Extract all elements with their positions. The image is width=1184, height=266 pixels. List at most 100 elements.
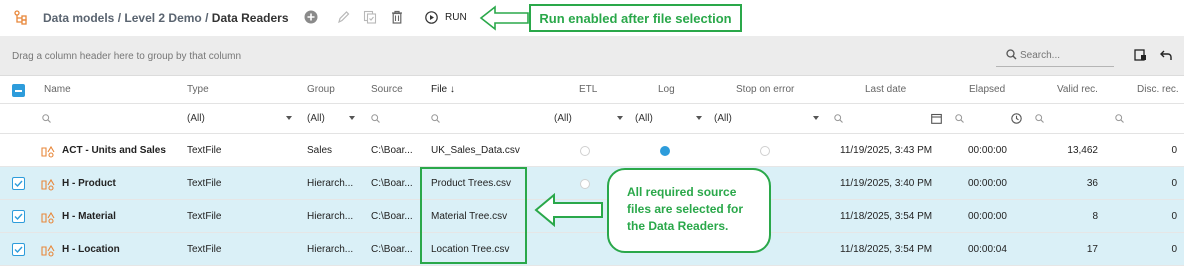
row-elapsed: 00:00:00 xyxy=(968,178,1007,189)
log-radio[interactable] xyxy=(660,146,670,156)
row-name[interactable]: ACT - Units and Sales xyxy=(62,145,166,156)
row-disc-rec: 0 xyxy=(1171,178,1177,189)
copy-icon[interactable] xyxy=(363,10,377,24)
etl-filter-select[interactable]: (All) xyxy=(554,113,572,124)
stop-filter-select[interactable]: (All) xyxy=(714,113,732,124)
type-filter-chevron-down-icon[interactable] xyxy=(286,116,292,120)
play-icon xyxy=(425,11,438,24)
type-filter-select[interactable]: (All) xyxy=(187,113,205,124)
row-elapsed: 00:00:04 xyxy=(968,244,1007,255)
row-checkbox[interactable] xyxy=(12,177,25,190)
clock-icon[interactable] xyxy=(1011,113,1022,127)
grid-header: Name Type Group Source File ↓ ETL Log St… xyxy=(0,76,1184,104)
search-input[interactable] xyxy=(1020,47,1112,63)
source-filter-search-icon[interactable] xyxy=(371,114,380,126)
row-checkbox[interactable] xyxy=(12,210,25,223)
group-by-panel[interactable]: Drag a column header here to group by th… xyxy=(0,36,1184,76)
group-filter-select[interactable]: (All) xyxy=(307,113,325,124)
column-header-stop-on-error[interactable]: Stop on error xyxy=(736,84,794,95)
breadcrumb: Data models / Level 2 Demo / Data Reader… xyxy=(43,11,289,25)
log-filter-select[interactable]: (All) xyxy=(635,113,653,124)
edit-icon[interactable] xyxy=(337,10,350,24)
column-header-etl[interactable]: ETL xyxy=(579,84,597,95)
column-header-source[interactable]: Source xyxy=(371,84,403,95)
add-icon[interactable] xyxy=(304,10,318,24)
files-annotation-callout: All required source files are selected f… xyxy=(607,168,771,253)
column-header-last-date[interactable]: Last date xyxy=(865,84,906,95)
stop-on-error-radio[interactable] xyxy=(760,146,770,156)
undo-icon[interactable] xyxy=(1160,50,1172,64)
elapsed-filter-search-icon[interactable] xyxy=(955,114,964,126)
breadcrumb-separator: / xyxy=(205,11,209,25)
column-header-type[interactable]: Type xyxy=(187,84,209,95)
column-header-log[interactable]: Log xyxy=(658,84,675,95)
etl-radio[interactable] xyxy=(580,179,590,189)
row-source: C:\Boar... xyxy=(371,211,413,222)
search-icon xyxy=(1006,49,1017,63)
row-type: TextFile xyxy=(187,178,222,189)
row-checkbox[interactable] xyxy=(12,243,25,256)
data-reader-icon xyxy=(41,211,55,227)
valid-filter-search-icon[interactable] xyxy=(1035,114,1044,126)
date-filter-search-icon[interactable] xyxy=(834,114,843,126)
data-reader-icon xyxy=(41,145,55,161)
annotation-arrow-left-icon xyxy=(534,193,603,227)
data-reader-icon xyxy=(41,244,55,260)
log-filter-chevron-down-icon[interactable] xyxy=(696,116,702,120)
search-box[interactable] xyxy=(996,43,1114,67)
run-button[interactable]: RUN xyxy=(425,11,467,24)
row-source: C:\Boar... xyxy=(371,178,413,189)
breadcrumb-separator: / xyxy=(117,11,122,25)
table-row[interactable]: ACT - Units and Sales TextFile Sales C:\… xyxy=(0,134,1184,167)
file-selection-highlight xyxy=(420,167,527,264)
files-annotation-line: files are selected for xyxy=(627,202,744,216)
files-annotation-line: the Data Readers. xyxy=(627,219,729,233)
column-header-disc-rec[interactable]: Disc. rec. xyxy=(1137,84,1179,95)
disc-filter-search-icon[interactable] xyxy=(1115,114,1124,126)
row-group: Hierarch... xyxy=(307,244,354,255)
etl-radio[interactable] xyxy=(580,146,590,156)
delete-icon[interactable] xyxy=(391,10,403,24)
select-all-checkbox[interactable] xyxy=(12,84,25,97)
row-name[interactable]: H - Material xyxy=(62,211,116,222)
row-type: TextFile xyxy=(187,211,222,222)
row-disc-rec: 0 xyxy=(1171,244,1177,255)
row-disc-rec: 0 xyxy=(1171,145,1177,156)
etl-filter-chevron-down-icon[interactable] xyxy=(617,116,623,120)
column-chooser-icon[interactable] xyxy=(1134,49,1147,65)
table-row[interactable]: H - Location TextFile Hierarch... C:\Boa… xyxy=(0,233,1184,266)
row-valid-rec: 13,462 xyxy=(1067,145,1098,156)
row-elapsed: 00:00:00 xyxy=(968,145,1007,156)
row-last-date: 11/18/2025, 3:54 PM xyxy=(840,211,933,222)
row-file[interactable]: UK_Sales_Data.csv xyxy=(431,145,520,156)
row-group: Sales xyxy=(307,145,333,156)
filter-row: (All) (All) (All) (All) (All) xyxy=(0,104,1184,134)
annotation-arrow-left-icon xyxy=(479,5,529,31)
group-by-hint: Drag a column header here to group by th… xyxy=(12,51,242,62)
row-name[interactable]: H - Product xyxy=(62,178,116,189)
file-filter-search-icon[interactable] xyxy=(431,114,440,126)
column-header-file[interactable]: File ↓ xyxy=(431,84,455,95)
column-header-group[interactable]: Group xyxy=(307,84,335,95)
stop-filter-chevron-down-icon[interactable] xyxy=(813,116,819,120)
breadcrumb-item-data-models[interactable]: Data models xyxy=(43,11,114,25)
row-name[interactable]: H - Location xyxy=(62,244,120,255)
row-elapsed: 00:00:00 xyxy=(968,211,1007,222)
row-source: C:\Boar... xyxy=(371,244,413,255)
name-filter-search-icon[interactable] xyxy=(42,114,51,126)
toolbar: Data models / Level 2 Demo / Data Reader… xyxy=(0,0,1184,36)
breadcrumb-item-data-readers: Data Readers xyxy=(211,11,289,25)
row-valid-rec: 8 xyxy=(1092,211,1098,222)
column-header-elapsed[interactable]: Elapsed xyxy=(969,84,1005,95)
run-label: RUN xyxy=(445,12,467,23)
column-header-name[interactable]: Name xyxy=(44,84,71,95)
breadcrumb-item-level2-demo[interactable]: Level 2 Demo xyxy=(124,11,201,25)
row-last-date: 11/19/2025, 3:40 PM xyxy=(840,178,933,189)
group-filter-chevron-down-icon[interactable] xyxy=(349,116,355,120)
column-header-valid-rec[interactable]: Valid rec. xyxy=(1057,84,1098,95)
calendar-icon[interactable] xyxy=(931,113,942,127)
run-annotation-callout: Run enabled after file selection xyxy=(529,4,742,32)
files-annotation-line: All required source xyxy=(627,185,737,199)
row-valid-rec: 36 xyxy=(1086,178,1098,189)
row-disc-rec: 0 xyxy=(1171,211,1177,222)
